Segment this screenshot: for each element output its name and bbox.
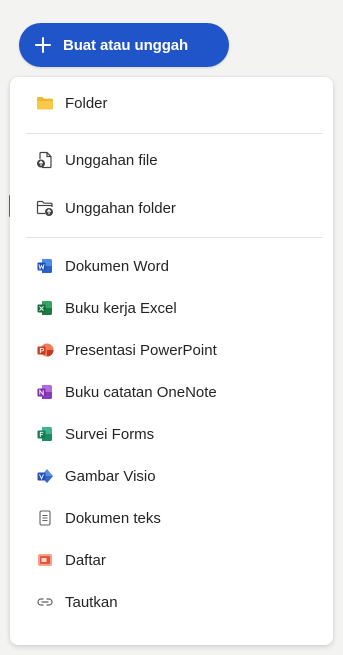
- menu-item-onenote[interactable]: Buku catatan OneNote: [10, 371, 333, 413]
- menu-item-folder-upload[interactable]: Unggahan folder: [10, 187, 333, 229]
- folder-icon: [36, 94, 54, 112]
- file-upload-icon: [36, 151, 54, 169]
- page: Buat atau unggah Folder Unggahan file Un…: [0, 0, 343, 655]
- plus-icon: [35, 37, 51, 53]
- excel-icon: [36, 299, 54, 317]
- menu-item-label: Dokumen Word: [65, 257, 169, 275]
- menu-item-label: Unggahan file: [65, 151, 158, 169]
- menu-item-label: Buku kerja Excel: [65, 299, 177, 317]
- menu-item-label: Dokumen teks: [65, 509, 161, 527]
- menu-item-visio[interactable]: Gambar Visio: [10, 455, 333, 497]
- menu-item-link[interactable]: Tautkan: [10, 581, 333, 623]
- create-upload-menu: Folder Unggahan file Unggahan folder Dok…: [10, 77, 333, 645]
- menu-item-forms[interactable]: Survei Forms: [10, 413, 333, 455]
- menu-divider: [26, 237, 323, 238]
- powerpoint-icon: [36, 341, 54, 359]
- create-or-upload-label: Buat atau unggah: [63, 36, 189, 54]
- word-icon: [36, 257, 54, 275]
- visio-icon: [36, 467, 54, 485]
- menu-item-powerpoint[interactable]: Presentasi PowerPoint: [10, 329, 333, 371]
- text-document-icon: [36, 509, 54, 527]
- menu-item-label: Unggahan folder: [65, 199, 176, 217]
- menu-item-label: Tautkan: [65, 593, 118, 611]
- menu-item-excel[interactable]: Buku kerja Excel: [10, 287, 333, 329]
- menu-item-label: Presentasi PowerPoint: [65, 341, 217, 359]
- menu-item-label: Gambar Visio: [65, 467, 156, 485]
- menu-item-folder[interactable]: Folder: [10, 82, 333, 124]
- menu-item-label: Folder: [65, 94, 108, 112]
- forms-icon: [36, 425, 54, 443]
- menu-item-text-document[interactable]: Dokumen teks: [10, 497, 333, 539]
- menu-divider: [26, 133, 323, 134]
- menu-item-word[interactable]: Dokumen Word: [10, 245, 333, 287]
- menu-item-file-upload[interactable]: Unggahan file: [10, 139, 333, 181]
- menu-item-list[interactable]: Daftar: [10, 539, 333, 581]
- menu-item-label: Buku catatan OneNote: [65, 383, 217, 401]
- onenote-icon: [36, 383, 54, 401]
- menu-item-label: Daftar: [65, 551, 106, 569]
- create-or-upload-button[interactable]: Buat atau unggah: [19, 23, 229, 67]
- folder-upload-icon: [36, 199, 54, 217]
- list-icon: [36, 551, 54, 569]
- link-icon: [36, 593, 54, 611]
- menu-item-label: Survei Forms: [65, 425, 155, 443]
